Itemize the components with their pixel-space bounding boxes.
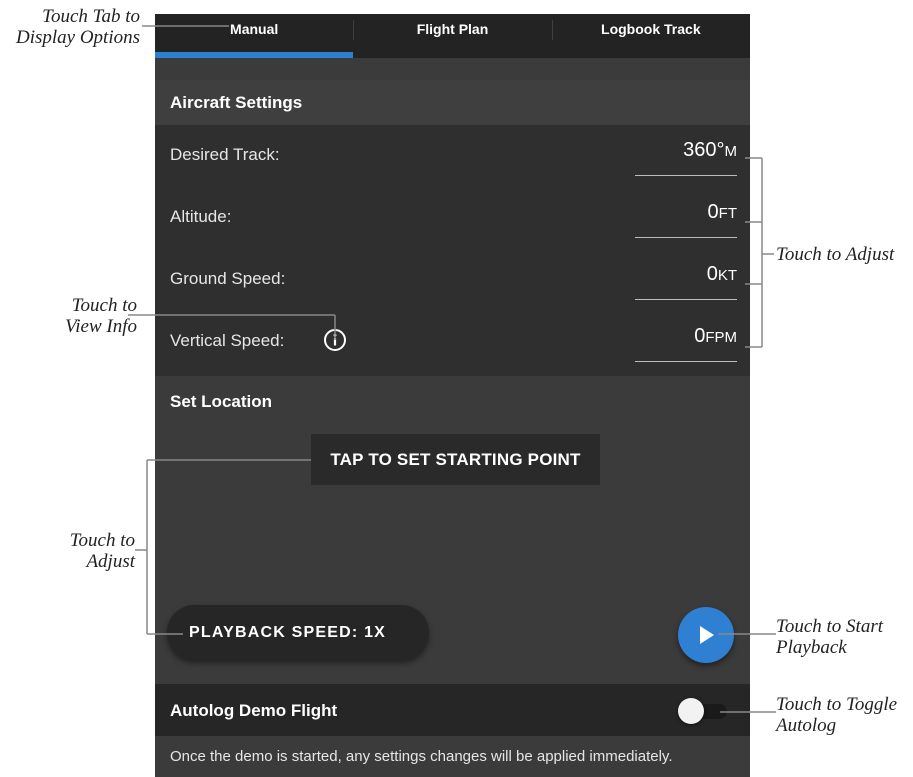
callout-view-info-line1: Touch to <box>71 295 137 316</box>
callout-toggle-autolog-line1: Touch to Toggle <box>776 694 898 715</box>
callout-toggle-autolog-line2: Autolog <box>776 715 837 736</box>
callout-adjust-location-line1: Touch to <box>69 530 135 551</box>
callout-adjust-settings: Touch to Adjust <box>776 244 895 265</box>
callout-adjust-location: Touch to Adjust <box>0 530 135 572</box>
callout-tabs: Touch Tab to Display Options <box>0 6 140 48</box>
callout-adjust-location-line2: Adjust <box>86 551 135 572</box>
callout-view-info-line2: View Info <box>65 316 137 337</box>
callout-view-info: Touch to View Info <box>0 295 137 337</box>
callout-start-playback: Touch to Start Playback <box>776 616 883 658</box>
callout-leader-lines <box>128 25 776 713</box>
callout-start-playback-line1: Touch to Start <box>776 616 883 637</box>
callout-tabs-line1: Touch Tab to <box>42 6 140 27</box>
callout-toggle-autolog: Touch to Toggle Autolog <box>776 694 897 736</box>
callout-tabs-line2: Display Options <box>15 27 140 48</box>
callout-start-playback-line2: Playback <box>776 637 847 658</box>
